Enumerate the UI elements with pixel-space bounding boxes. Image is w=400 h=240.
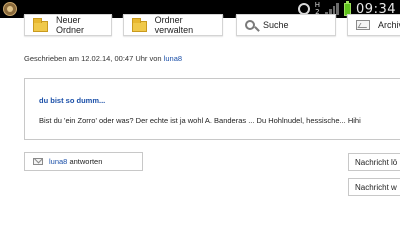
new-folder-label: Neuer Ordner	[56, 15, 85, 35]
author-link[interactable]: luna8	[164, 54, 182, 63]
folder-icon	[132, 17, 147, 32]
manage-folders-button[interactable]: Ordner verwalten	[123, 14, 223, 36]
new-folder-button[interactable]: Neuer Ordner	[24, 14, 112, 36]
mail-icon	[33, 158, 43, 165]
forward-message-button[interactable]: Nachricht w	[348, 178, 400, 196]
search-button[interactable]: Suche	[236, 14, 336, 36]
folder-icon	[33, 17, 48, 32]
post-meta: Geschrieben am 12.02.14, 00:47 Uhr von l…	[24, 54, 182, 63]
archive-label: Archiv	[378, 20, 400, 30]
archive-button[interactable]: Archiv	[347, 14, 400, 36]
reply-button[interactable]: luna8 antworten	[24, 152, 143, 171]
delete-message-button[interactable]: Nachricht lö	[348, 153, 400, 171]
notification-app-icon[interactable]	[3, 2, 17, 16]
archive-icon	[356, 20, 370, 30]
post-meta-text: Geschrieben am 12.02.14, 00:47 Uhr von	[24, 54, 162, 63]
message-body: Bist du 'ein Zorro' oder was? Der echte …	[39, 116, 361, 125]
reply-user: luna8	[49, 157, 68, 166]
reply-label: antworten	[69, 157, 103, 166]
manage-folders-label: Ordner verwalten	[154, 15, 194, 35]
message-box: du bist so dumm... Bist du 'ein Zorro' o…	[24, 78, 400, 140]
message-subject: du bist so dumm...	[39, 96, 106, 105]
search-icon	[245, 20, 255, 30]
search-label: Suche	[263, 20, 289, 30]
